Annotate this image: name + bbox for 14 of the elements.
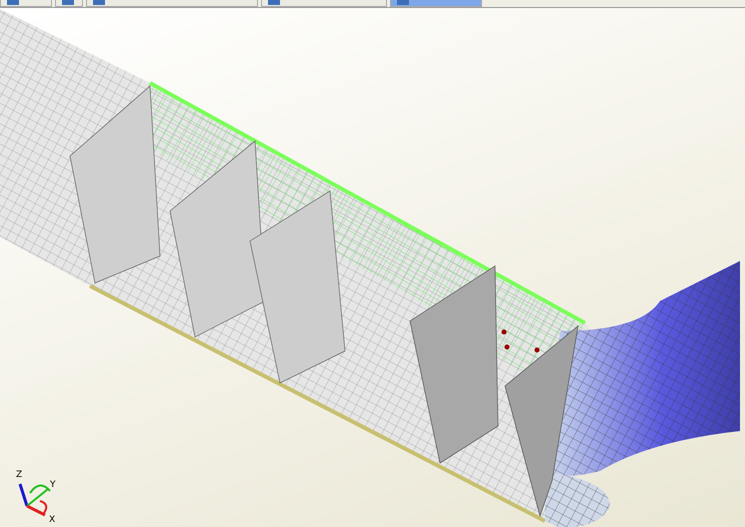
- tab[interactable]: [0, 0, 52, 7]
- tab[interactable]: [390, 0, 482, 7]
- tab-icon: [93, 0, 105, 5]
- tab[interactable]: [55, 0, 83, 7]
- tab[interactable]: [261, 0, 387, 7]
- axis-label: Y: [50, 480, 56, 490]
- axis-label: Z: [16, 470, 22, 480]
- tab-icon: [268, 0, 280, 5]
- tab-icon: [397, 0, 409, 5]
- tab-icon: [62, 0, 74, 5]
- axis-label: X: [49, 515, 56, 525]
- tab-icon: [7, 0, 19, 5]
- axis-triad-icon: [18, 484, 51, 516]
- tab[interactable]: [86, 0, 258, 7]
